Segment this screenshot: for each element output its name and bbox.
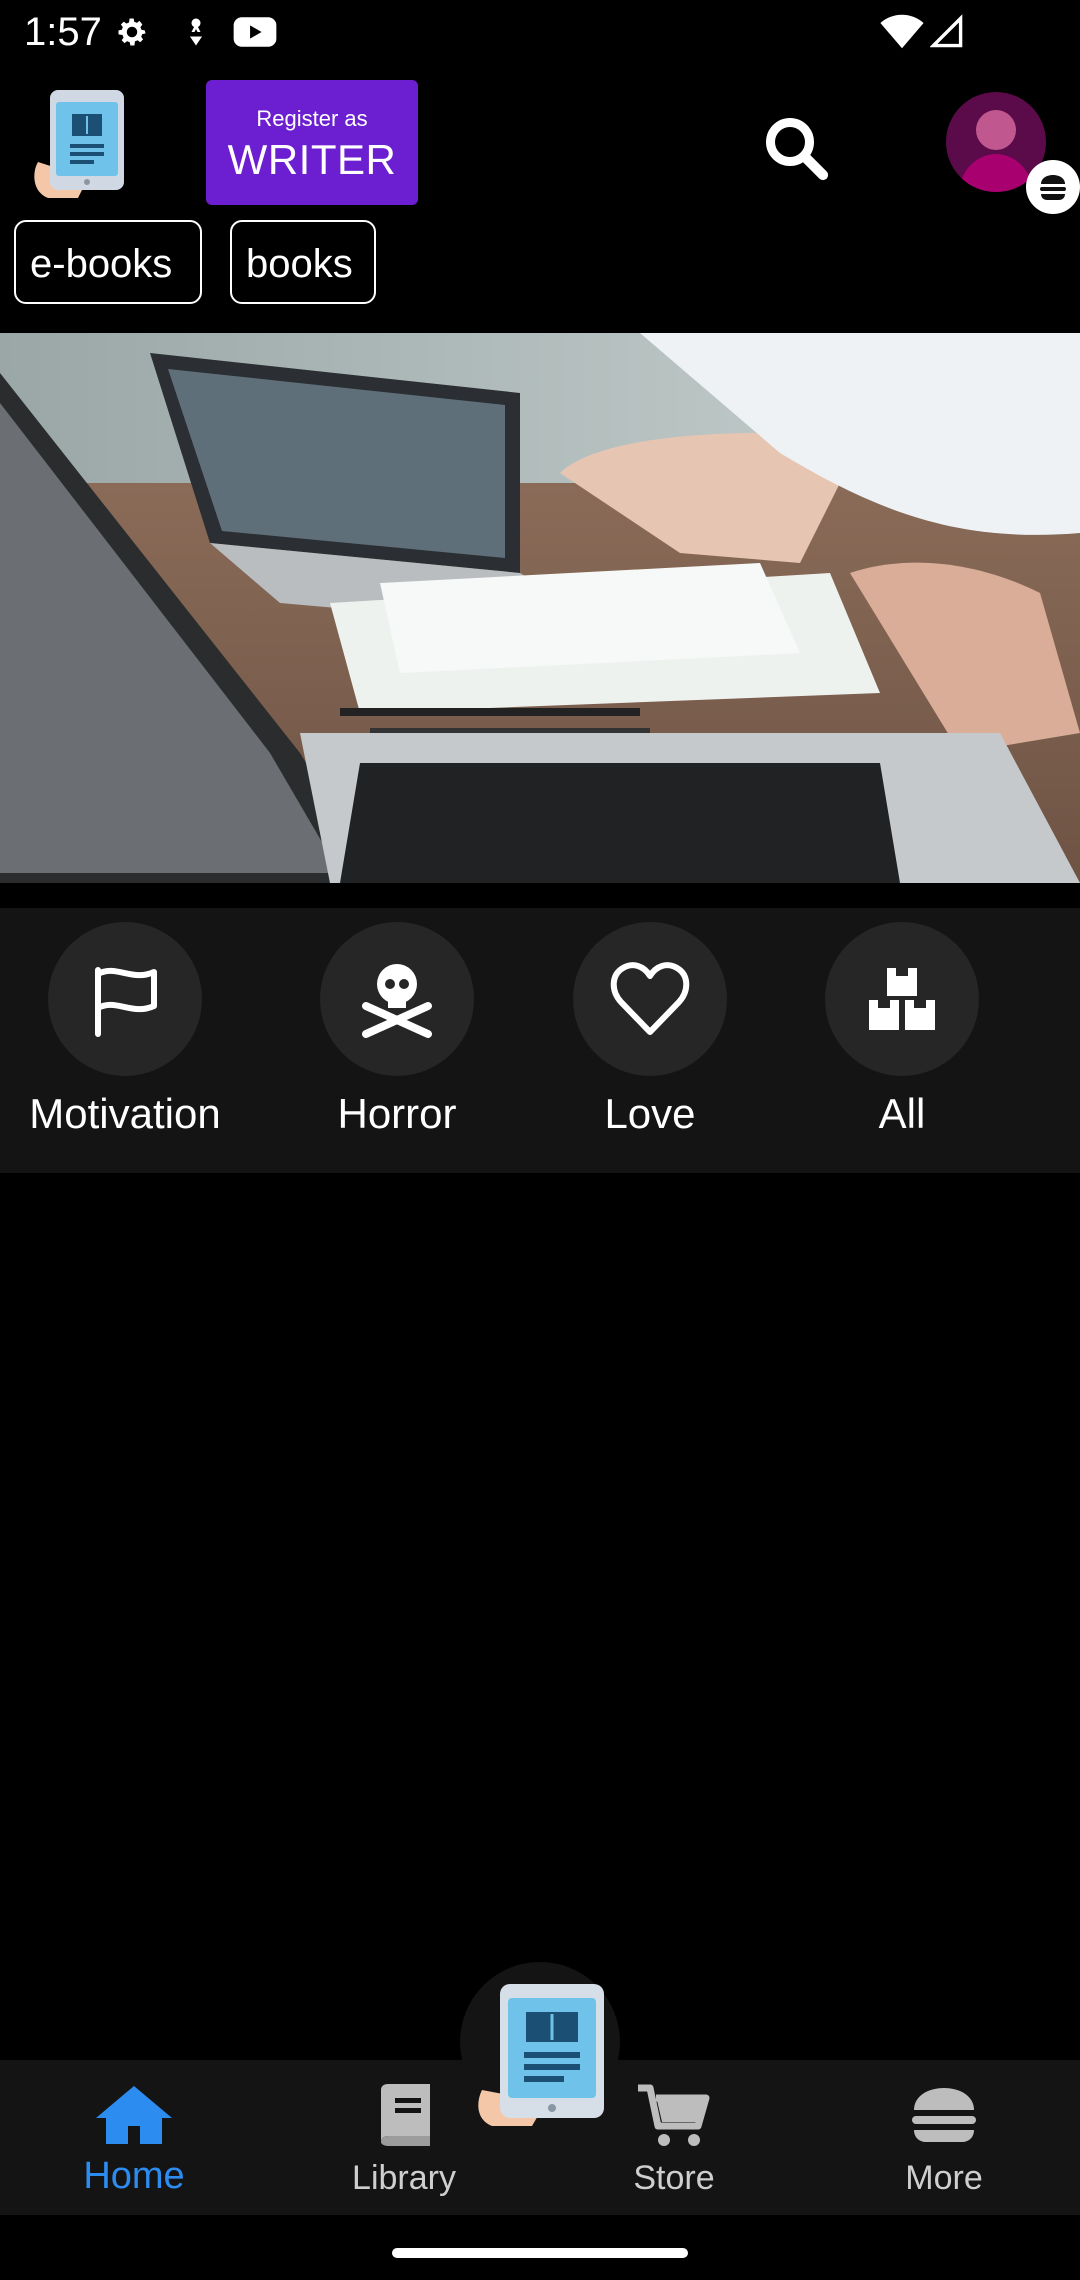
app-logo-icon[interactable] [28, 82, 136, 200]
category-horror-circle [320, 922, 474, 1076]
nav-more[interactable]: More [844, 2082, 1044, 2198]
category-love[interactable]: Love [540, 922, 760, 1138]
heart-icon [610, 962, 690, 1035]
youtube-icon [233, 17, 277, 47]
status-time: 1:57 [24, 10, 102, 54]
category-motivation-circle [48, 922, 202, 1076]
book-icon [381, 2084, 430, 2146]
cart-icon [638, 2084, 710, 2146]
nav-home[interactable]: Home [34, 2082, 234, 2198]
app-logo-icon [478, 1984, 604, 2126]
category-horror[interactable]: Horror [287, 922, 507, 1138]
nav-home-label: Home [83, 2155, 185, 2197]
cell-signal-icon [930, 14, 963, 48]
nav-store-label: Store [633, 2159, 715, 2197]
notification-icon [190, 18, 202, 46]
menu-burger-icon [1040, 175, 1066, 200]
home-icon [96, 2086, 172, 2144]
flag-icon [95, 967, 157, 1037]
category-motivation[interactable]: Motivation [15, 922, 235, 1138]
category-love-label: Love [604, 1090, 696, 1137]
settings-gear-icon [118, 18, 146, 46]
wifi-icon [880, 14, 924, 49]
register-writer-button[interactable]: Register as WRITER [206, 80, 418, 205]
category-all-circle [825, 922, 979, 1076]
burger-icon [912, 2088, 976, 2142]
status-bar: 1:57 [0, 0, 1080, 66]
center-app-fab[interactable] [474, 1980, 610, 2130]
category-horror-label: Horror [337, 1090, 457, 1137]
register-big-label: WRITER [227, 136, 397, 183]
hero-banner-image[interactable] [0, 333, 1080, 883]
nav-library-label: Library [352, 2159, 456, 2197]
menu-badge[interactable] [1026, 160, 1080, 214]
category-motivation-label: Motivation [29, 1090, 221, 1137]
chip-e-books[interactable]: e-books [14, 220, 202, 304]
gesture-home-bar[interactable] [392, 2248, 688, 2258]
category-love-circle [573, 922, 727, 1076]
nav-more-label: More [905, 2159, 983, 2197]
register-small-label: Register as [256, 106, 368, 131]
boxes-icon [869, 968, 935, 1030]
search-icon[interactable] [760, 112, 832, 184]
category-all[interactable]: All [792, 922, 1012, 1138]
category-all-label: All [878, 1090, 926, 1137]
chip-books[interactable]: books [230, 220, 376, 304]
skull-crossbones-icon [362, 964, 432, 1038]
